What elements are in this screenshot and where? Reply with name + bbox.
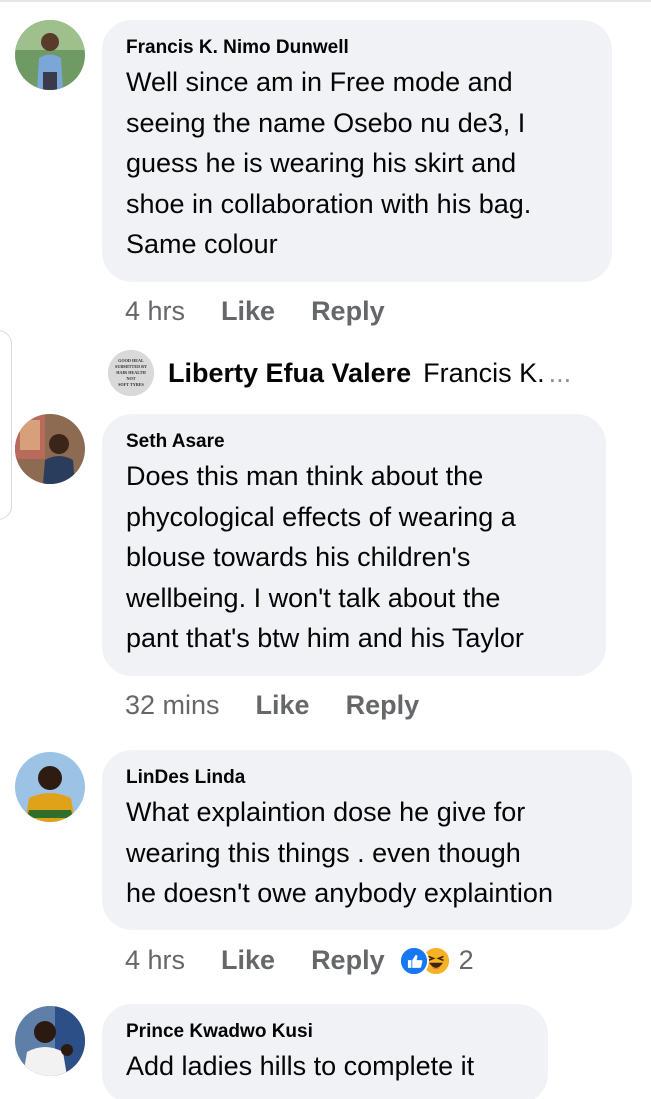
avatar-liberty[interactable]: GOOD HEAL SUBMITTED BY HAIR HEALTH NOT S… — [108, 350, 154, 396]
comment-meta: 32 mins Like Reply — [125, 690, 419, 721]
avatar-text-line: NOT — [126, 376, 135, 381]
reply-author[interactable]: Liberty Efua Valere — [168, 358, 411, 389]
avatar-image — [15, 752, 85, 822]
comment-line: Well since am in Free mode and — [126, 67, 513, 97]
comment-line: Does this man think about the — [126, 461, 484, 491]
comment-bubble: Prince Kwadwo Kusi Add ladies hills to c… — [102, 1004, 548, 1099]
top-divider — [0, 0, 651, 2]
comment-line: Same colour — [126, 229, 278, 259]
like-button[interactable]: Like — [221, 296, 275, 327]
avatar-text-line: GOOD HEAL — [118, 358, 144, 363]
like-button[interactable]: Like — [256, 690, 310, 721]
side-panel-edge[interactable] — [0, 330, 12, 520]
reply-button[interactable]: Reply — [311, 945, 385, 976]
avatar-prince[interactable] — [15, 1006, 85, 1076]
comment-line: blouse towards his children's — [126, 542, 471, 572]
avatar-francis[interactable] — [15, 20, 85, 90]
reply-ellipsis: ... — [548, 357, 572, 388]
reply-preview[interactable]: GOOD HEAL SUBMITTED BY HAIR HEALTH NOT S… — [108, 350, 571, 396]
reaction-count: 2 — [458, 945, 474, 975]
comment-bubble: Seth Asare Does this man think about the… — [102, 414, 606, 676]
reply-button[interactable]: Reply — [346, 690, 420, 721]
avatar-image: GOOD HEAL SUBMITTED BY HAIR HEALTH NOT S… — [108, 350, 154, 396]
avatar-linda[interactable] — [15, 752, 85, 822]
comment-line: wearing this things . even though — [126, 837, 521, 868]
avatar-text-line: HAIR HEALTH — [116, 370, 146, 375]
comment-text: What explaintion dose he give for wearin… — [126, 792, 608, 914]
avatar-image — [15, 20, 85, 90]
like-button[interactable]: Like — [221, 945, 275, 976]
comment-line: phycological effects of wearing a — [126, 501, 516, 532]
avatar-image — [15, 414, 85, 484]
comment-line: seeing the name Osebo nu de3, I — [126, 107, 526, 138]
comment-line: wellbeing. I won't talk about the — [126, 582, 501, 613]
like-icon — [398, 945, 429, 976]
comment-line: he doesn't owe anybody explaintion — [126, 878, 553, 908]
comment-author[interactable]: Prince Kwadwo Kusi — [126, 1020, 524, 1044]
comment-line: Add ladies hills to complete it — [126, 1051, 475, 1081]
comment-meta: 4 hrs Like Reply — [125, 296, 385, 327]
comment-line: What explaintion dose he give for — [126, 797, 526, 827]
comment-line: shoe in collaboration with his bag. — [126, 188, 532, 219]
comment-timestamp[interactable]: 4 hrs — [125, 296, 185, 327]
comment-text: Add ladies hills to complete it — [126, 1046, 524, 1087]
reply-button[interactable]: Reply — [311, 296, 385, 327]
reply-snippet: Francis K. — [423, 357, 545, 388]
avatar-image — [15, 1006, 85, 1076]
avatar-seth[interactable] — [15, 414, 85, 484]
avatar-text-line: SOFT TYRES — [118, 382, 144, 387]
comment-bubble: Francis K. Nimo Dunwell Well since am in… — [102, 20, 612, 282]
comment-timestamp[interactable]: 4 hrs — [125, 945, 185, 976]
comment-line: pant that's btw him and his Taylor — [126, 623, 524, 653]
comment-author[interactable]: Seth Asare — [126, 430, 582, 454]
comment-text: Does this man think about the phycologic… — [126, 456, 582, 659]
reaction-summary[interactable]: 2 — [398, 945, 474, 976]
comment-author[interactable]: LinDes Linda — [126, 766, 608, 790]
comment-author[interactable]: Francis K. Nimo Dunwell — [126, 36, 588, 60]
avatar-text-line: SUBMITTED BY — [115, 364, 147, 369]
comment-timestamp[interactable]: 32 mins — [125, 690, 220, 721]
comment-text: Well since am in Free mode and seeing th… — [126, 62, 588, 265]
comment-line: guess he is wearing his skirt and — [126, 148, 517, 178]
comment-bubble: LinDes Linda What explaintion dose he gi… — [102, 750, 632, 930]
comment-meta: 4 hrs Like Reply 2 — [125, 945, 474, 976]
